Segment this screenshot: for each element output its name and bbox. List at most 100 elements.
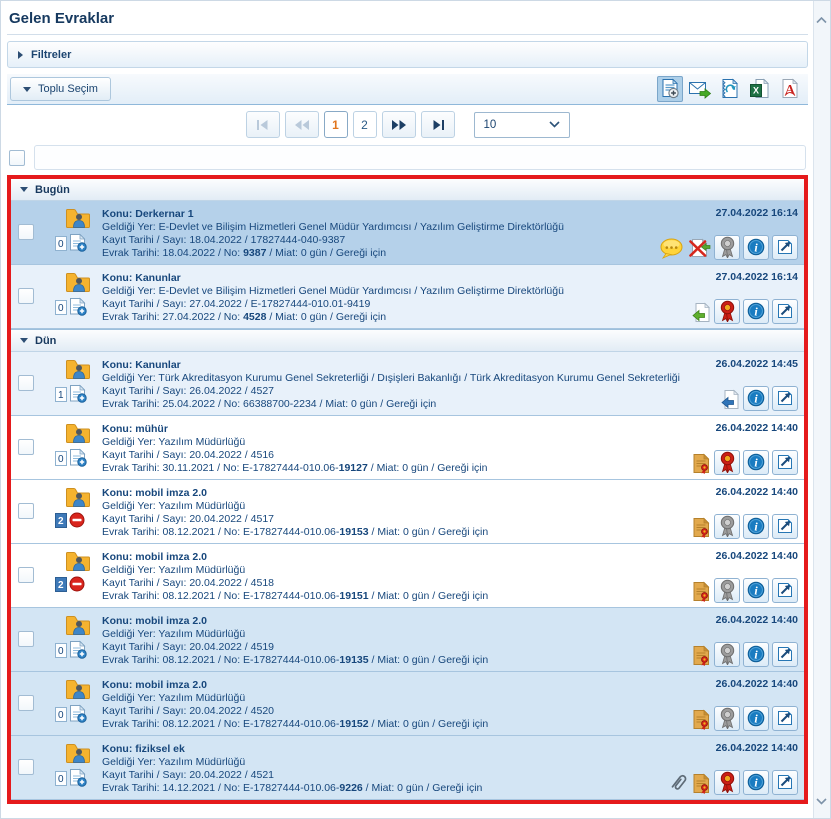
- row-actions: i: [691, 578, 798, 603]
- open-icon: [776, 302, 794, 321]
- signature-ribbon-button[interactable]: [714, 642, 740, 667]
- folder-user-icon: [65, 358, 91, 381]
- folder-user-icon: [65, 486, 91, 509]
- row-checkbox[interactable]: [18, 695, 34, 711]
- row-checkbox[interactable]: [18, 224, 34, 240]
- open-document-button[interactable]: [772, 770, 798, 795]
- evrak-number: 19127: [339, 462, 368, 474]
- info-button[interactable]: i: [743, 706, 769, 731]
- excel-export-icon[interactable]: X: [747, 76, 773, 102]
- row-origin: Geldiği Yer: Yazılım Müdürlüğü: [102, 756, 667, 769]
- signature-ribbon-button[interactable]: [714, 514, 740, 539]
- ribbon-gray-icon: [719, 579, 736, 602]
- row-right-cell: 26.04.2022 14:40 i: [671, 742, 798, 795]
- svg-text:X: X: [753, 86, 759, 96]
- row-document-line: Evrak Tarihi: 08.12.2021 / No: E-1782744…: [102, 590, 497, 603]
- row-icon-cell: 0: [51, 271, 102, 324]
- open-document-button[interactable]: [772, 578, 798, 603]
- row-checkbox[interactable]: [18, 375, 34, 391]
- page-2-button[interactable]: 2: [353, 111, 377, 138]
- open-document-button[interactable]: [772, 706, 798, 731]
- row-text-cell: Konu: Derkernar 1Geldiği Yer: E-Devlet v…: [102, 207, 656, 260]
- signature-ribbon-button[interactable]: [714, 299, 740, 324]
- evrak-suffix: / Miat: 0 gün / Gereği için: [369, 718, 489, 730]
- row-checkbox[interactable]: [18, 288, 34, 304]
- row-document-line: Evrak Tarihi: 18.04.2022 / No: 9387 / Mi…: [102, 247, 497, 260]
- page-size-select[interactable]: 10: [474, 112, 570, 138]
- next-page-button[interactable]: [382, 111, 416, 138]
- open-document-button[interactable]: [772, 386, 798, 411]
- row-registration: Kayıt Tarihi / Sayı: 18.04.2022 / 178274…: [102, 234, 656, 247]
- expand-right-icon: [18, 51, 23, 59]
- row-checkbox[interactable]: [18, 439, 34, 455]
- group-header-dun[interactable]: Dün: [11, 329, 804, 352]
- info-button[interactable]: i: [743, 235, 769, 260]
- row-document-line: Evrak Tarihi: 08.12.2021 / No: E-1782744…: [102, 718, 497, 731]
- group-drop-bar: [34, 145, 806, 170]
- row-subject: Konu: mobil imza 2.0: [102, 679, 687, 692]
- row-datetime: 27.04.2022 16:14: [716, 271, 798, 283]
- info-button[interactable]: i: [743, 386, 769, 411]
- row-checkbox[interactable]: [18, 759, 34, 775]
- xml-export-icon[interactable]: [717, 76, 743, 102]
- evrak-prefix: Evrak Tarihi: 18.04.2022 / No:: [102, 247, 243, 259]
- row-subject: Konu: mobil imza 2.0: [102, 551, 687, 564]
- evrak-number: 19151: [339, 590, 368, 602]
- row-registration: Kayıt Tarihi / Sayı: 27.04.2022 / E-1782…: [102, 298, 688, 311]
- document-copy-icon: [69, 448, 87, 468]
- send-mail-icon[interactable]: [687, 76, 713, 102]
- info-button[interactable]: i: [743, 450, 769, 475]
- open-document-button[interactable]: [772, 450, 798, 475]
- open-icon: [776, 238, 794, 257]
- pdf-export-icon[interactable]: A: [777, 76, 803, 102]
- signature-ribbon-button[interactable]: [714, 235, 740, 260]
- info-button[interactable]: i: [743, 770, 769, 795]
- row-datetime: 26.04.2022 14:40: [716, 614, 798, 626]
- vertical-scrollbar[interactable]: [813, 1, 830, 818]
- row-datetime: 26.04.2022 14:40: [716, 422, 798, 434]
- scroll-down-icon[interactable]: [816, 792, 827, 810]
- open-document-button[interactable]: [772, 642, 798, 667]
- prev-page-button[interactable]: [285, 111, 319, 138]
- blocked-icon: [69, 576, 85, 593]
- row-origin: Geldiği Yer: E-Devlet ve Bilişim Hizmetl…: [102, 285, 688, 298]
- info-icon: i: [747, 453, 765, 472]
- row-checkbox[interactable]: [18, 631, 34, 647]
- signature-ribbon-button[interactable]: [714, 578, 740, 603]
- row-datetime: 26.04.2022 14:40: [716, 486, 798, 498]
- open-document-button[interactable]: [772, 235, 798, 260]
- signature-ribbon-button[interactable]: [714, 706, 740, 731]
- open-icon: [776, 645, 794, 664]
- info-button[interactable]: i: [743, 578, 769, 603]
- signature-ribbon-button[interactable]: [714, 770, 740, 795]
- scroll-up-icon[interactable]: [816, 11, 827, 29]
- evrak-prefix: Evrak Tarihi: 27.04.2022 / No:: [102, 311, 243, 323]
- row-actions: i: [691, 514, 798, 539]
- document-copy-icon: [69, 297, 87, 317]
- row-check-cell: [18, 486, 51, 539]
- row-text-cell: Konu: mobil imza 2.0Geldiği Yer: Yazılım…: [102, 550, 687, 603]
- row-text-cell: Konu: mobil imza 2.0Geldiği Yer: Yazılım…: [102, 678, 687, 731]
- signature-ribbon-button[interactable]: [714, 450, 740, 475]
- document-row: 1 Konu: KanunlarGeldiği Yer: Türk Akredi…: [11, 352, 804, 416]
- open-document-button[interactable]: [772, 514, 798, 539]
- info-button[interactable]: i: [743, 642, 769, 667]
- info-button[interactable]: i: [743, 514, 769, 539]
- row-checkbox[interactable]: [18, 567, 34, 583]
- badge-row: 0: [55, 704, 87, 724]
- first-page-button[interactable]: [246, 111, 280, 138]
- row-origin: Geldiği Yer: Yazılım Müdürlüğü: [102, 564, 687, 577]
- last-page-button[interactable]: [421, 111, 455, 138]
- open-icon: [776, 581, 794, 600]
- toplu-secim-button[interactable]: Toplu Seçim: [10, 77, 111, 101]
- document-preview-icon[interactable]: [657, 76, 683, 102]
- sealed-document-icon: [691, 453, 711, 475]
- page-1-button[interactable]: 1: [324, 111, 348, 138]
- open-document-button[interactable]: [772, 299, 798, 324]
- select-all-checkbox[interactable]: [9, 150, 25, 166]
- filters-panel[interactable]: Filtreler: [7, 41, 808, 68]
- group-header-bugun[interactable]: Bugün: [11, 179, 804, 201]
- row-checkbox[interactable]: [18, 503, 34, 519]
- info-button[interactable]: i: [743, 299, 769, 324]
- info-icon: i: [747, 238, 765, 257]
